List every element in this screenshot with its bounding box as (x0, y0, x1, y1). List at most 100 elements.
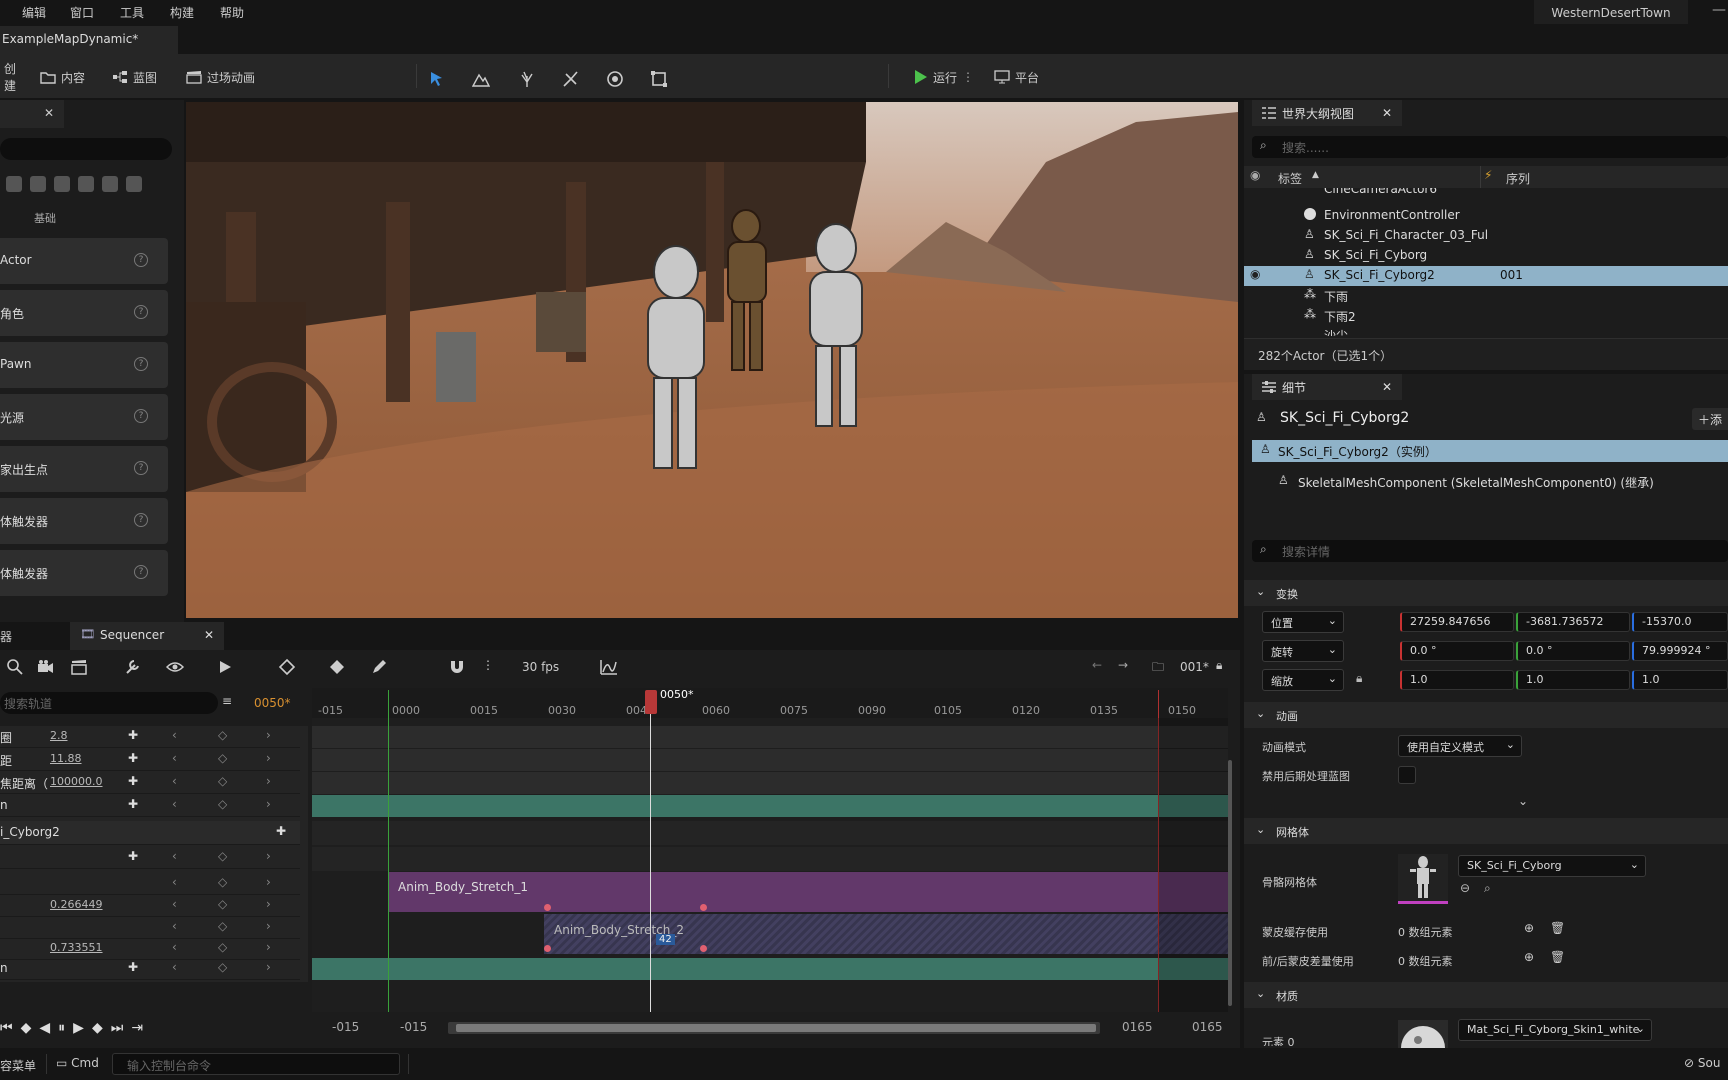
outliner-row[interactable]: EnvironmentController (1244, 206, 1728, 226)
transform-section-header[interactable]: ⌄ 变换 (1244, 580, 1728, 606)
details-tab[interactable]: 细节 ✕ (1252, 374, 1402, 400)
prev-key-icon[interactable]: ‹ (172, 728, 177, 742)
visibility-icon[interactable]: ◉ (1250, 168, 1260, 182)
add-key-icon[interactable]: ✚ (128, 728, 138, 742)
track-row[interactable]: 0.733551 ‹ ◇ › (0, 938, 300, 960)
col-label[interactable]: 标签 (1278, 170, 1302, 187)
component-row[interactable]: ♙ SkeletalMeshComponent (SkeletalMeshCom… (1252, 472, 1728, 492)
next-key-icon[interactable]: › (266, 897, 271, 911)
outliner-row[interactable]: ⁂ 下雨2 (1244, 306, 1728, 326)
track-row[interactable]: 圈 2.8 ✚ ‹ ◇ › (0, 726, 300, 748)
key-dot-icon[interactable]: ◇ (218, 728, 227, 742)
mesh-section-header[interactable]: ⌄ 网格体 (1244, 818, 1728, 844)
step-back-icon[interactable]: ◀ (39, 1020, 50, 1036)
add-key-icon[interactable]: ✚ (128, 960, 138, 974)
next-key-icon[interactable]: › (266, 960, 271, 974)
platform-button[interactable]: 平台 (994, 67, 1039, 87)
cmd-button[interactable]: ▭ Cmd (56, 1056, 99, 1070)
prev-key-icon[interactable]: ‹ (172, 897, 177, 911)
prev-key-icon[interactable]: ‹ (172, 960, 177, 974)
play-options-icon[interactable]: ⋮ (962, 70, 974, 84)
place-item-character[interactable]: 角色? (0, 290, 168, 336)
help-icon[interactable]: ? (134, 461, 148, 475)
prev-key-icon[interactable]: ‹ (172, 940, 177, 954)
prev-key-icon[interactable]: ‹ (172, 849, 177, 863)
playhead-handle[interactable] (645, 690, 657, 714)
rotation-y-field[interactable]: 0.0 ° (1516, 641, 1630, 661)
visual-effects-icon[interactable] (78, 176, 94, 192)
close-icon[interactable]: ✕ (204, 628, 214, 642)
content-button[interactable]: 内容 (40, 67, 85, 87)
use-selected-icon[interactable]: ⊖ (1460, 881, 1470, 895)
map-tab[interactable]: ExampleMapDynamic* (0, 26, 178, 54)
close-icon[interactable]: ✕ (1382, 380, 1392, 394)
key-dot-icon[interactable]: ◇ (218, 751, 227, 765)
menu-help[interactable]: 帮助 (220, 4, 244, 21)
add-track-icon[interactable]: ✚ (276, 824, 286, 838)
animation-section-header[interactable]: ⌄ 动画 (1244, 702, 1728, 728)
play-button[interactable]: 运行 ⋮ (912, 67, 974, 87)
key-dot-icon[interactable]: ◇ (218, 919, 227, 933)
folder-icon[interactable]: 🗀 (1152, 658, 1164, 679)
disable-pp-checkbox[interactable] (1398, 766, 1416, 784)
menu-tools[interactable]: 工具 (120, 4, 144, 21)
location-y-field[interactable]: -3681.736572 (1516, 612, 1630, 632)
next-key-icon[interactable]: ◆ (92, 1020, 103, 1036)
modeling-mode-icon[interactable] (650, 70, 668, 88)
playback-start-marker[interactable] (388, 690, 389, 1012)
scale-mode-dropdown[interactable]: 缩放 ⌄ (1262, 669, 1344, 691)
previous-tab[interactable]: 器 (0, 628, 12, 645)
clapperboard-icon[interactable] (70, 658, 88, 676)
outliner-row[interactable]: ⁂ 下雨 (1244, 286, 1728, 306)
help-icon[interactable]: ? (134, 305, 148, 319)
next-key-icon[interactable]: › (266, 875, 271, 889)
track-search-input[interactable]: 搜索轨道 (0, 692, 218, 714)
track-lane[interactable] (312, 726, 1228, 748)
outliner-row[interactable]: ♙ SK_Sci_Fi_Cyborg (1244, 246, 1728, 266)
jump-end-icon[interactable]: ⏭ (111, 1020, 124, 1036)
play-options-icon[interactable] (216, 658, 234, 676)
scale-z-field[interactable]: 1.0 (1632, 670, 1728, 690)
add-key-icon[interactable]: ✚ (128, 751, 138, 765)
track-section-bar[interactable] (312, 958, 1228, 980)
prev-key-icon[interactable]: ‹ (172, 751, 177, 765)
outliner-tab[interactable]: 世界大纲视图 ✕ (1252, 100, 1402, 126)
source-control-button[interactable]: ⊘ Sou (1684, 1056, 1720, 1070)
track-row[interactable]: 焦距离（挡100000.0 ✚ ‹ ◇ › (0, 772, 300, 794)
help-icon[interactable]: ? (134, 357, 148, 371)
prev-key-icon[interactable]: ‹ (172, 919, 177, 933)
prev-key-icon[interactable]: ‹ (172, 774, 177, 788)
basic-icon[interactable] (30, 176, 46, 192)
foliage-mode-icon[interactable] (518, 70, 536, 88)
back-arrow-icon[interactable]: ← (1092, 658, 1102, 672)
help-icon[interactable]: ? (134, 409, 148, 423)
trash-icon[interactable]: 🗑︎ (1550, 921, 1565, 935)
location-x-field[interactable]: 27259.847656 (1400, 612, 1514, 632)
close-icon[interactable]: ✕ (44, 106, 54, 120)
curve-editor-icon[interactable] (600, 658, 618, 676)
add-key-icon[interactable]: ✚ (128, 849, 138, 863)
add-element-icon[interactable]: ⊕ (1524, 950, 1534, 964)
rotation-z-field[interactable]: 79.999924 ° (1632, 641, 1728, 661)
pencil-icon[interactable] (370, 658, 388, 676)
track-section-bar[interactable] (312, 795, 1228, 817)
content-drawer-button[interactable]: 容菜单 (0, 1057, 36, 1074)
next-key-icon[interactable]: › (266, 919, 271, 933)
create-button[interactable]: 创建 (0, 62, 16, 93)
add-component-button[interactable]: ＋添 (1692, 408, 1728, 430)
track-value[interactable]: 0.266449 (50, 898, 103, 911)
outliner-row[interactable]: CineCameraActor6 (1244, 188, 1728, 202)
prev-key-icon[interactable]: ◆ (21, 1020, 32, 1036)
snap-options-icon[interactable]: ⋮ (482, 658, 494, 672)
mesh-paint-mode-icon[interactable] (562, 70, 580, 88)
timeline-scroll-thumb[interactable] (456, 1024, 1096, 1032)
fps-selector[interactable]: 30 fps (522, 660, 559, 674)
skeletal-mesh-thumbnail[interactable] (1398, 854, 1448, 904)
place-actors-tab[interactable]: ✕ (0, 100, 64, 128)
key-dot-icon[interactable]: ◇ (218, 960, 227, 974)
add-key-icon[interactable]: ✚ (128, 774, 138, 788)
key-dot[interactable] (544, 945, 551, 952)
material-dropdown[interactable]: Mat_Sci_Fi_Cyborg_Skin1_white ⌄ (1458, 1019, 1652, 1041)
anim-clip-1[interactable]: Anim_Body_Stretch_1 (388, 872, 1228, 912)
details-search-input[interactable]: ⌕ 搜索详情 (1252, 540, 1728, 562)
